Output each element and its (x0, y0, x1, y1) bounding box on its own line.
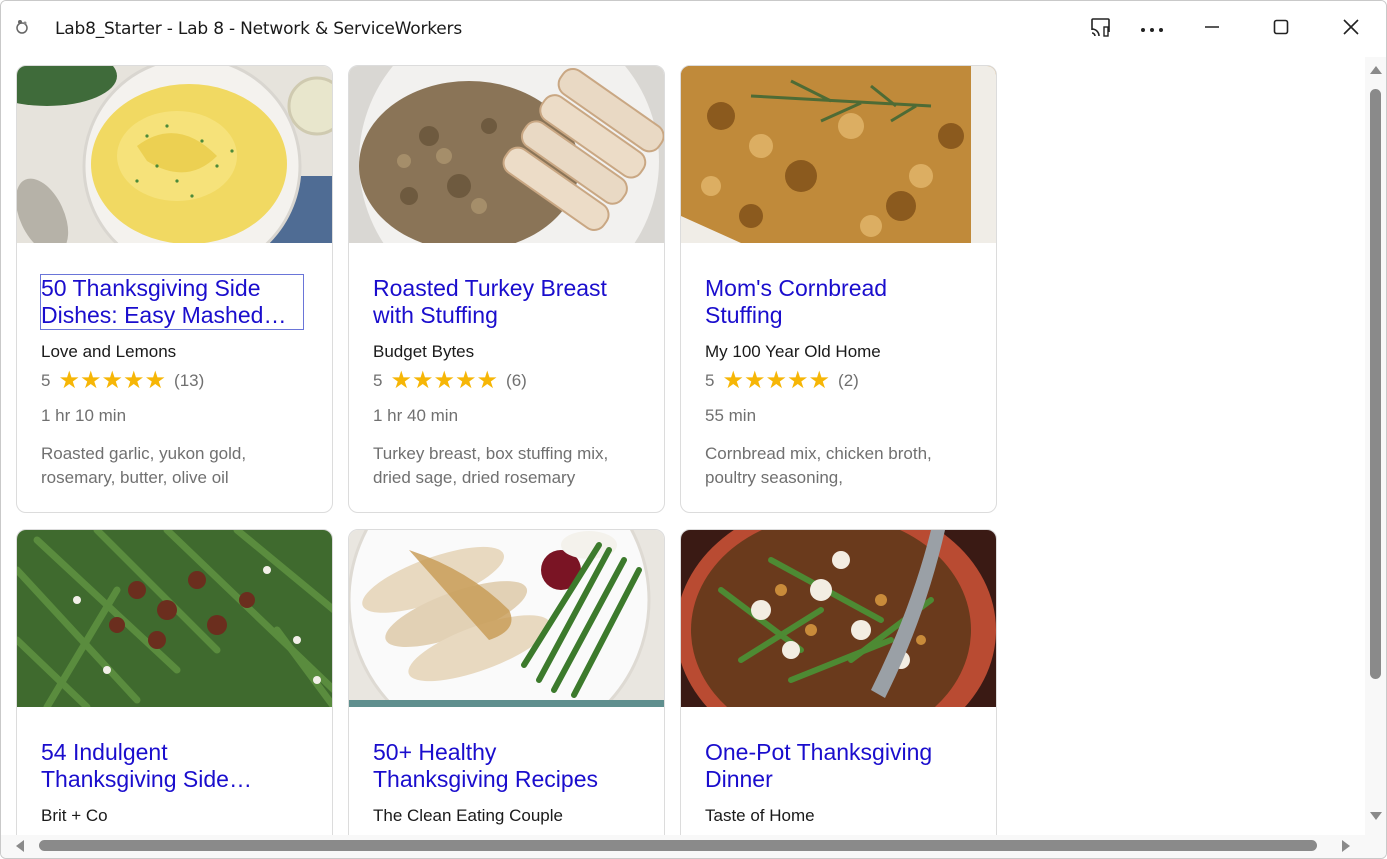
close-button[interactable] (1331, 11, 1371, 47)
recipe-rating: 5 ★★★★★ (2) (705, 367, 859, 394)
recipe-time: 1 hr 40 min (373, 406, 459, 425)
vertical-scroll-thumb[interactable] (1370, 89, 1381, 679)
turkey-stuffing-photo[interactable] (349, 66, 664, 243)
maximize-button[interactable] (1261, 11, 1301, 47)
star-icon: ★★★★★ (390, 367, 499, 394)
rating-value: 5 (41, 371, 51, 390)
recipe-source: Brit + Co (41, 806, 108, 825)
scroll-down-arrow-icon[interactable] (1368, 809, 1384, 828)
close-icon (1342, 18, 1360, 41)
more-options-button[interactable] (1132, 11, 1172, 47)
turkey-plate-photo[interactable] (349, 530, 664, 707)
scroll-right-arrow-icon[interactable] (1339, 838, 1353, 858)
browser-window: Lab8_Starter - Lab 8 - Network & Service… (0, 0, 1387, 859)
recipe-rating: 5 ★★★★★ (6) (373, 367, 527, 394)
star-icon: ★★★★★ (58, 367, 167, 394)
recipe-title-link[interactable]: 50+ Healthy Thanksgiving Recipes (373, 739, 635, 793)
recipe-source: Budget Bytes (373, 342, 475, 361)
recipe-ingredients: Cornbread mix, chicken broth, poultry se… (705, 444, 932, 487)
recipe-title-link[interactable]: 54 Indulgent Thanksgiving Side Dishes (41, 739, 303, 793)
recipe-rating: 5 ★★★★★ (13) (41, 367, 205, 394)
minimize-button[interactable] (1192, 11, 1232, 47)
recipe-card[interactable]: 54 Indulgent Thanksgiving Side Dishes Br… (16, 529, 333, 835)
one-pot-dinner-photo[interactable] (681, 530, 996, 707)
recipe-title-link[interactable]: Mom's Cornbread Stuffing (705, 275, 967, 329)
recipe-ingredients: Turkey breast, box stuffing mix, dried s… (373, 444, 609, 487)
scroll-up-arrow-icon[interactable] (1368, 63, 1384, 82)
horizontal-scrollbar[interactable] (1, 835, 1365, 858)
review-count: (6) (506, 371, 527, 390)
recipe-time: 55 min (705, 406, 757, 425)
recipe-card[interactable]: 50+ Healthy Thanksgiving Recipes The Cle… (348, 529, 665, 835)
mashed-potatoes-photo[interactable] (17, 66, 332, 243)
recipe-title-link[interactable]: Roasted Turkey Breast with Stuffing (373, 275, 635, 329)
cast-icon (1089, 16, 1113, 43)
maximize-icon (1272, 18, 1290, 41)
recipe-source: Taste of Home (705, 806, 815, 825)
recipe-time: 1 hr 10 min (41, 406, 127, 425)
review-count: (13) (174, 371, 205, 390)
window-title: Lab8_Starter - Lab 8 - Network & Service… (55, 19, 462, 39)
recipe-source: The Clean Eating Couple (373, 806, 563, 825)
rating-value: 5 (705, 371, 715, 390)
rating-value: 5 (373, 371, 383, 390)
star-icon: ★★★★★ (722, 367, 831, 394)
vertical-scrollbar[interactable] (1365, 57, 1386, 835)
recipe-title-link[interactable]: One-Pot Thanksgiving Dinner (705, 739, 967, 793)
cornbread-stuffing-photo[interactable] (681, 66, 996, 243)
cast-button[interactable] (1081, 11, 1121, 47)
title-bar[interactable]: Lab8_Starter - Lab 8 - Network & Service… (1, 1, 1386, 57)
scroll-left-arrow-icon[interactable] (13, 838, 27, 858)
recipe-card[interactable]: Mom's Cornbread Stuffing My 100 Year Old… (680, 65, 997, 513)
recipe-card[interactable]: One-Pot Thanksgiving Dinner Taste of Hom… (680, 529, 997, 835)
recipe-source: Love and Lemons (41, 342, 177, 361)
review-count: (2) (838, 371, 859, 390)
recipe-card[interactable]: 50 Thanksgiving Side Dishes: Easy Mashed… (16, 65, 333, 513)
green-beans-pecans-photo[interactable] (17, 530, 332, 707)
more-icon (1140, 20, 1164, 38)
recipe-ingredients: Roasted garlic, yukon gold, rosemary, bu… (41, 444, 247, 487)
page-viewport[interactable]: 50 Thanksgiving Side Dishes: Easy Mashed… (1, 57, 1365, 835)
recipe-card[interactable]: Roasted Turkey Breast with Stuffing Budg… (348, 65, 665, 513)
recipe-title-link[interactable]: 50 Thanksgiving Side Dishes: Easy Mashed… (40, 274, 304, 330)
horizontal-scroll-thumb[interactable] (39, 840, 1317, 851)
recipe-source: My 100 Year Old Home (705, 342, 881, 361)
minimize-icon (1203, 18, 1221, 41)
scrollbar-corner (1365, 835, 1386, 858)
app-icon (13, 18, 31, 36)
